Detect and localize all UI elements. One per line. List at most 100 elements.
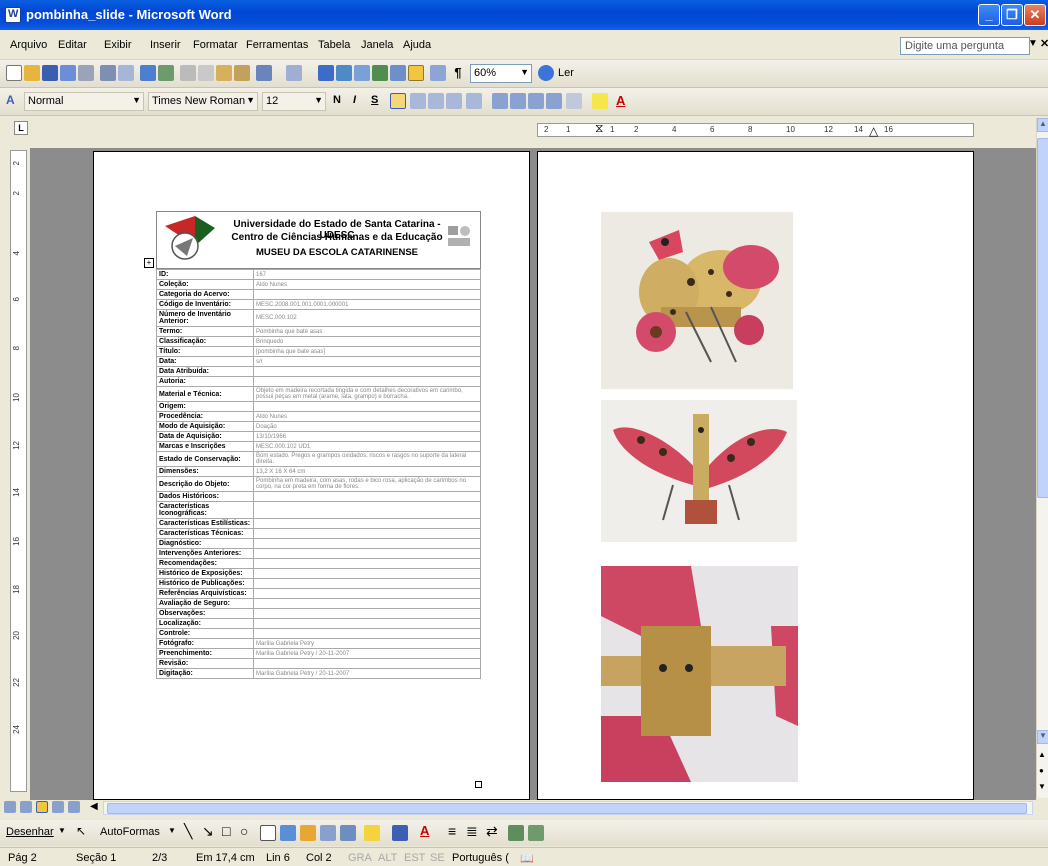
research-icon[interactable] [158, 65, 174, 81]
rectangle-icon[interactable]: □ [222, 823, 230, 839]
normal-view-icon[interactable] [4, 801, 16, 813]
word-app-icon[interactable] [5, 7, 21, 23]
table-resize-handle-icon[interactable] [475, 781, 482, 788]
field-value[interactable]: Marília Gabriela Petry / 20-11-2007 [253, 648, 481, 659]
spelling-icon[interactable] [140, 65, 156, 81]
select-browse-object-icon[interactable]: ● [1039, 766, 1044, 775]
chevron-down-icon[interactable]: ▼ [58, 826, 66, 835]
spelling-status-icon[interactable]: 📖 [520, 852, 534, 865]
field-value[interactable] [253, 628, 481, 639]
field-value[interactable]: MESC.000.102 UD1 [253, 441, 481, 452]
3d-icon[interactable] [528, 825, 544, 841]
field-value[interactable]: [pombinha que bate asas] [253, 346, 481, 357]
tables-borders-icon[interactable] [336, 65, 352, 81]
arrow-style-icon[interactable]: ⇄ [486, 823, 498, 840]
field-value[interactable] [253, 366, 481, 377]
hyperlink-icon[interactable] [318, 65, 334, 81]
field-value[interactable]: Marília Gabriela Petry [253, 638, 481, 649]
status-extend[interactable]: EST [404, 852, 425, 864]
field-value[interactable]: MESC.000.102 [253, 309, 481, 327]
font-color-icon[interactable]: A [420, 823, 429, 838]
copy-icon[interactable] [198, 65, 214, 81]
field-value[interactable] [253, 578, 481, 589]
status-overtype[interactable]: SE [430, 852, 445, 864]
close-document-icon[interactable]: ✕ [1040, 37, 1048, 50]
field-value[interactable] [253, 608, 481, 619]
shadow-icon[interactable] [508, 825, 524, 841]
arrow-icon[interactable]: ↘ [202, 823, 214, 840]
indent-marker-icon[interactable]: ⧖ [595, 121, 603, 136]
show-formatting-icon[interactable]: ¶ [450, 65, 466, 81]
draw-menu-button[interactable]: Desenhar [6, 826, 54, 838]
paste-icon[interactable] [216, 65, 232, 81]
field-value[interactable] [253, 491, 481, 502]
document-map-icon[interactable] [430, 65, 446, 81]
outline-view-icon[interactable] [52, 801, 64, 813]
field-value[interactable]: 13/10/1966 [253, 431, 481, 442]
menu-arquivo[interactable]: Arquivo [10, 39, 47, 51]
save-icon[interactable] [42, 65, 58, 81]
bold-button[interactable]: N [333, 94, 341, 106]
menu-ajuda[interactable]: Ajuda [403, 39, 431, 51]
field-value[interactable] [253, 538, 481, 549]
field-value[interactable] [253, 618, 481, 629]
close-button[interactable]: ✕ [1024, 4, 1046, 26]
menu-formatar[interactable]: Formatar [193, 39, 238, 51]
font-size-select[interactable]: 12 ▼ [262, 92, 326, 111]
scroll-thumb[interactable] [1037, 138, 1048, 498]
vertical-ruler[interactable]: 2 2 4 6 8 10 12 14 16 18 20 22 24 [10, 150, 27, 792]
menu-editar[interactable]: Editar [58, 39, 87, 51]
align-right-icon[interactable] [428, 93, 444, 109]
menu-exibir[interactable]: Exibir [104, 39, 132, 51]
align-left-icon[interactable] [390, 93, 406, 109]
reading-view-icon[interactable] [68, 801, 80, 813]
field-value[interactable]: Marília Gabriela Petry / 20-11-2007 [253, 668, 481, 679]
menu-ferramentas[interactable]: Ferramentas [246, 39, 308, 51]
field-value[interactable] [253, 501, 481, 519]
next-page-icon[interactable]: ▼ [1038, 782, 1046, 791]
vertical-scrollbar[interactable]: ▲ ▼ ▲ ● ▼ [1036, 118, 1048, 798]
field-value[interactable] [253, 588, 481, 599]
field-value[interactable]: Aldo Nunes [253, 411, 481, 422]
print-preview-icon[interactable] [118, 65, 134, 81]
horizontal-ruler[interactable]: 2 1 ⧖ 1 2 4 6 8 10 12 14 △ 16 [537, 121, 974, 138]
help-dropdown-icon[interactable]: ▼ [1028, 38, 1038, 49]
field-value[interactable] [253, 598, 481, 609]
field-value[interactable]: 167 [253, 269, 481, 280]
field-value[interactable]: Brinquedo [253, 336, 481, 347]
wordart-icon[interactable] [280, 825, 296, 841]
drawing-icon[interactable] [408, 65, 424, 81]
border-icon[interactable] [566, 93, 582, 109]
email-icon[interactable] [78, 65, 94, 81]
help-search-input[interactable]: Digite uma pergunta [900, 37, 1030, 55]
field-value[interactable] [253, 568, 481, 579]
increase-indent-icon[interactable] [546, 93, 562, 109]
field-value[interactable] [253, 658, 481, 669]
styles-icon[interactable]: A [6, 93, 15, 107]
read-button[interactable]: Ler [558, 67, 574, 79]
field-value[interactable] [253, 401, 481, 412]
cut-icon[interactable] [180, 65, 196, 81]
decrease-indent-icon[interactable] [528, 93, 544, 109]
table-move-handle-icon[interactable]: + [144, 258, 154, 268]
fill-color-icon[interactable] [364, 825, 380, 841]
field-value[interactable] [253, 548, 481, 559]
previous-page-icon[interactable]: ▲ [1038, 750, 1046, 759]
field-value[interactable]: Doação [253, 421, 481, 432]
field-value[interactable]: 13,2 X 16 X 64 cm [253, 466, 481, 477]
select-objects-icon[interactable]: ↖ [76, 824, 86, 838]
font-color-icon[interactable]: A [616, 93, 625, 108]
help-icon[interactable] [538, 65, 554, 81]
field-value[interactable] [253, 528, 481, 539]
field-value[interactable] [253, 518, 481, 529]
field-value[interactable]: Objeto em madeira recortada tingida e co… [253, 386, 481, 402]
align-center-icon[interactable] [410, 93, 426, 109]
line-spacing-icon[interactable] [466, 93, 482, 109]
undo-icon[interactable] [256, 65, 272, 81]
horizontal-scroll-thumb[interactable] [107, 803, 1027, 814]
line-color-icon[interactable] [392, 825, 408, 841]
line-icon[interactable]: ╲ [184, 823, 192, 840]
diagram-icon[interactable] [300, 825, 316, 841]
right-indent-marker-icon[interactable]: △ [869, 124, 878, 138]
field-value[interactable]: Bom estado. Pregos e grampos oxidados, r… [253, 451, 481, 467]
